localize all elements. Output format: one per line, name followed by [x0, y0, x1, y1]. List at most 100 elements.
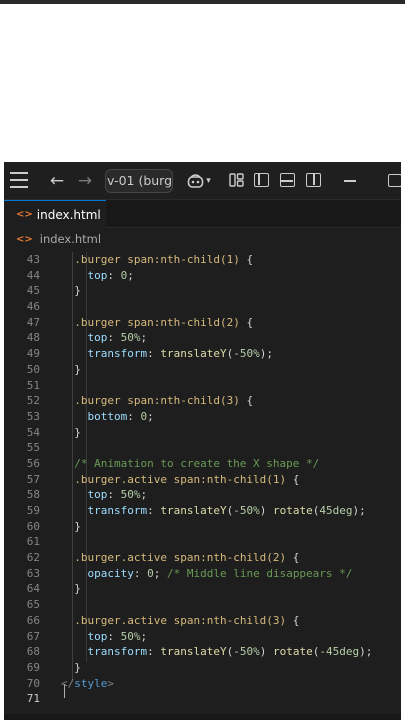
code-line[interactable]: 55 — [4, 440, 401, 456]
line-number: 69 — [26, 660, 40, 674]
code-line[interactable]: 48 top: 50%; — [4, 330, 401, 346]
line-number: 65 — [26, 598, 40, 612]
line-text: transform: translateY(-50%) rotate(45deg… — [87, 504, 366, 517]
line-number: 57 — [26, 472, 40, 486]
editor-tabs: <> index.html — [4, 200, 401, 228]
code-line[interactable]: 45 } — [4, 283, 401, 299]
line-text: opacity: 0; /* Middle line disappears */ — [87, 566, 353, 580]
line-number: 58 — [26, 488, 40, 502]
line-number: 59 — [26, 504, 40, 517]
line-text: } — [61, 660, 81, 674]
line-number: 47 — [26, 315, 40, 329]
code-line[interactable]: 62 .burger.active span:nth-child(2) { — [4, 550, 401, 566]
line-text: .burger.active span:nth-child(3) { — [74, 613, 300, 627]
line-text: .burger span:nth-child(2) { — [74, 315, 254, 329]
line-number: 70 — [26, 676, 40, 690]
code-line[interactable]: 69 } — [4, 660, 401, 676]
line-text: } — [61, 362, 81, 376]
grid-layout-icon — [229, 173, 244, 187]
code-line[interactable]: 46 — [4, 299, 401, 315]
line-number: 67 — [26, 629, 40, 643]
line-text: /* Animation to create the X shape */ — [61, 456, 320, 470]
code-line[interactable]: 61 — [4, 534, 401, 550]
line-number: 46 — [26, 300, 40, 314]
blank-area — [4, 4, 401, 162]
line-text: } — [61, 519, 81, 533]
line-number: 61 — [26, 535, 40, 549]
title-bar: ← → v-01 (burger ▾ — [4, 162, 401, 200]
line-number: 43 — [26, 253, 40, 266]
copilot-icon[interactable]: ▾ — [184, 171, 214, 191]
code-area[interactable]: 43 .burger span:nth-child(1) {44 top: 0;… — [4, 252, 401, 707]
line-number: 60 — [26, 519, 40, 533]
code-line[interactable]: 60 } — [4, 519, 401, 535]
code-line[interactable]: 67 top: 50%; — [4, 629, 401, 645]
toggle-primary-sidebar-icon[interactable] — [254, 173, 269, 187]
line-number: 52 — [26, 394, 40, 408]
code-line[interactable]: 68 transform: translateY(-50%) rotate(-4… — [4, 644, 401, 660]
code-line[interactable]: 66 .burger.active span:nth-child(3) { — [4, 613, 401, 629]
line-number: 49 — [26, 347, 40, 361]
hamburger-menu-icon[interactable] — [10, 172, 28, 188]
line-text: bottom: 0; — [87, 409, 154, 423]
line-number: 53 — [26, 409, 40, 423]
toggle-secondary-sidebar-icon[interactable] — [306, 173, 321, 187]
tab-index-html[interactable]: <> index.html — [4, 200, 106, 228]
code-line[interactable]: 43 .burger span:nth-child(1) { — [4, 252, 401, 268]
line-number: 64 — [26, 582, 40, 596]
code-line[interactable]: 57 .burger.active span:nth-child(1) { — [4, 472, 401, 488]
html-file-icon: <> — [16, 209, 33, 220]
code-line[interactable]: 59 transform: translateY(-50%) rotate(45… — [4, 503, 401, 519]
line-text: top: 50%; — [87, 488, 148, 502]
chevron-down-icon: ▾ — [206, 176, 211, 186]
line-text: } — [61, 284, 81, 298]
line-text: } — [61, 425, 81, 439]
line-number: 55 — [26, 441, 40, 455]
code-line[interactable]: 52 .burger span:nth-child(3) { — [4, 393, 401, 409]
line-text: .burger.active span:nth-child(2) { — [74, 551, 300, 565]
tab-label: index.html — [36, 207, 101, 222]
arrow-right-icon[interactable]: → — [76, 170, 94, 192]
line-number: 62 — [26, 551, 40, 565]
line-text: top: 0; — [87, 268, 134, 282]
code-line[interactable]: 56 /* Animation to create the X shape */ — [4, 456, 401, 472]
code-line[interactable]: 47 .burger span:nth-child(2) { — [4, 315, 401, 331]
code-line[interactable]: 53 bottom: 0; — [4, 409, 401, 425]
arrow-left-icon[interactable]: ← — [48, 170, 66, 192]
code-line[interactable]: 65 — [4, 597, 401, 613]
command-center-search[interactable]: v-01 (burger — [105, 169, 173, 193]
toggle-panels-icon[interactable] — [229, 173, 244, 187]
code-line[interactable]: 63 opacity: 0; /* Middle line disappears… — [4, 566, 401, 582]
line-number: 45 — [26, 284, 40, 298]
line-number: 71 — [26, 692, 40, 706]
line-text: .burger span:nth-child(3) { — [74, 394, 254, 408]
line-number: 68 — [26, 645, 40, 659]
toggle-panel-icon[interactable] — [280, 173, 295, 187]
line-text: transform: translateY(-50%) rotate(-45de… — [87, 645, 373, 659]
code-line[interactable]: 44 top: 0; — [4, 268, 401, 284]
line-number: 51 — [26, 378, 40, 392]
code-line[interactable]: 64 } — [4, 581, 401, 597]
line-text: </style> — [61, 676, 114, 690]
line-number: 66 — [26, 613, 40, 627]
line-number: 48 — [26, 331, 40, 345]
line-text: } — [61, 582, 81, 596]
bottom-edge — [4, 714, 401, 720]
line-text: transform: translateY(-50%); — [87, 347, 273, 361]
line-number: 63 — [26, 566, 40, 580]
line-number: 50 — [26, 362, 40, 376]
maximize-icon[interactable] — [388, 174, 401, 187]
line-text: .burger span:nth-child(1) { — [74, 253, 254, 266]
code-line[interactable]: 49 transform: translateY(-50%); — [4, 346, 401, 362]
minimize-icon[interactable] — [343, 172, 357, 190]
code-line[interactable]: 54 } — [4, 425, 401, 441]
breadcrumb-file-label[interactable]: index.html — [40, 232, 101, 246]
line-text: .burger.active span:nth-child(1) { — [74, 472, 300, 486]
code-line[interactable]: 58 top: 50%; — [4, 487, 401, 503]
code-line[interactable]: 51 — [4, 378, 401, 394]
text-cursor — [64, 684, 65, 698]
code-line[interactable]: 50 } — [4, 362, 401, 378]
line-text: top: 50%; — [87, 331, 148, 345]
line-number: 44 — [26, 268, 40, 282]
line-number: 54 — [26, 425, 40, 439]
